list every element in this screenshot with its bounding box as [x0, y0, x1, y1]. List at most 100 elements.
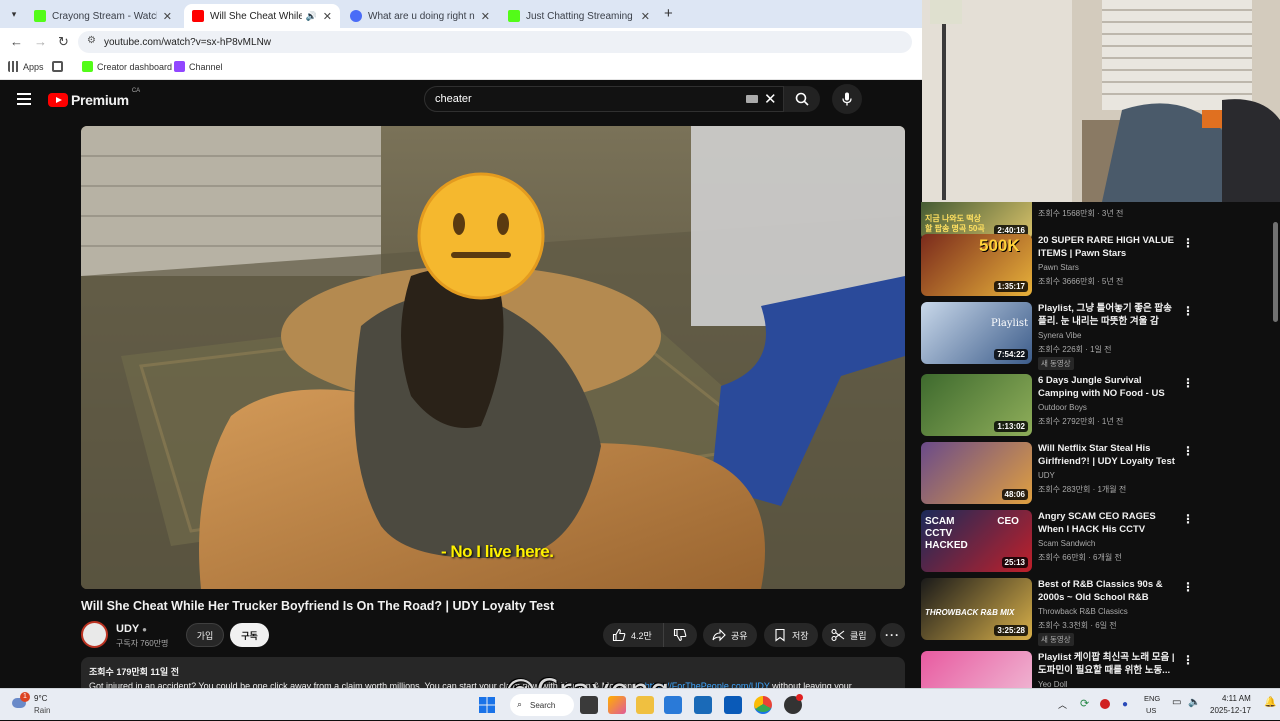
more-actions-button[interactable]: ···	[880, 623, 905, 647]
channel-name[interactable]: Synera Vibe	[1038, 331, 1081, 340]
tab-search-button[interactable]: ▾	[6, 6, 22, 22]
bookmark-creator-dashboard[interactable]: Creator dashboard	[82, 61, 172, 72]
video-duration: 3:25:28	[994, 625, 1028, 636]
youtube-play-icon	[48, 93, 68, 107]
back-arrow-icon[interactable]: ←	[10, 34, 23, 49]
edge-icon[interactable]	[664, 696, 682, 714]
video-thumbnail[interactable]	[921, 651, 1032, 688]
taskbar-search[interactable]: ⌕ Search	[510, 694, 574, 716]
task-view-icon[interactable]	[580, 696, 598, 714]
video-title[interactable]: Angry SCAM CEO RAGES When I HACK His CCT…	[1038, 510, 1175, 536]
like-button[interactable]: 4.2만	[603, 623, 663, 647]
channel-avatar[interactable]	[81, 621, 108, 648]
input-language[interactable]: ENG	[1144, 694, 1160, 703]
more-vertical-icon[interactable]: ⋮	[1182, 376, 1194, 390]
share-button[interactable]: 공유	[703, 623, 757, 647]
tab-close-icon[interactable]: ✕	[481, 10, 490, 23]
tab-close-icon[interactable]: ✕	[323, 10, 332, 23]
sync-icon[interactable]: ⟳	[1080, 697, 1089, 710]
channel-name[interactable]: UDY	[1038, 471, 1055, 480]
video-thumbnail[interactable]: SCAM CEO CCTV HACKED 25:13	[921, 510, 1032, 572]
more-vertical-icon[interactable]: ⋮	[1182, 512, 1194, 526]
more-vertical-icon[interactable]: ⋮	[1182, 580, 1194, 594]
search-input[interactable]: cheater	[424, 86, 784, 112]
video-thumbnail[interactable]: 500K 1:35:17	[921, 234, 1032, 296]
tab-youtube-video[interactable]: Will She Cheat While Her Tr 🔊 ✕	[184, 4, 340, 28]
clock-time[interactable]: 4:11 AM	[1222, 694, 1251, 703]
video-title[interactable]: Playlist, 그냥 틀어놓기 좋은 팝송 플리. 눈 내리는 따뜻한 겨울…	[1038, 302, 1175, 328]
windows-start-icon[interactable]	[478, 696, 496, 714]
dislike-button[interactable]	[663, 623, 697, 647]
video-title[interactable]: 20 SUPER RARE HIGH VALUE ITEMS | Pawn St…	[1038, 234, 1175, 260]
channel-name[interactable]: Yeo Doll	[1038, 680, 1068, 688]
volume-icon[interactable]: 🔈	[1188, 697, 1200, 708]
copilot-icon[interactable]	[608, 696, 626, 714]
menu-icon[interactable]	[17, 93, 31, 108]
forward-arrow-icon[interactable]: →	[34, 34, 47, 49]
store-icon[interactable]	[694, 696, 712, 714]
clip-button[interactable]: 클립	[822, 623, 876, 647]
tab-close-icon[interactable]: ✕	[641, 10, 650, 23]
weather-widget[interactable]: 1 9°C Rain	[8, 689, 68, 721]
outlook-icon[interactable]	[724, 696, 742, 714]
video-thumbnail[interactable]: 48:06	[921, 442, 1032, 504]
notifications-icon[interactable]: 🔔	[1264, 697, 1276, 708]
tray-dot-icon[interactable]: ●	[1122, 699, 1128, 710]
keyboard-icon[interactable]	[746, 95, 758, 103]
video-title[interactable]: Best of R&B Classics 90s & 2000s ~ Old S…	[1038, 578, 1175, 604]
video-player[interactable]: - No I live here.	[81, 126, 905, 589]
scrollbar-thumb[interactable]	[1273, 222, 1278, 322]
tab-just-chatting[interactable]: Just Chatting Streaming - Live ✕	[500, 4, 658, 28]
channel-name[interactable]: Scam Sandwich	[1038, 539, 1095, 548]
tray-red-icon[interactable]	[1100, 699, 1110, 709]
more-vertical-icon[interactable]: ⋮	[1182, 444, 1194, 458]
speaker-icon[interactable]: 🔊	[306, 11, 317, 22]
tab-crayong-stream[interactable]: Crayong Stream - Watch Live o ✕	[26, 4, 180, 28]
chrome-icon[interactable]	[754, 696, 772, 714]
tab-close-icon[interactable]: ✕	[163, 10, 172, 23]
save-button[interactable]: 저장	[764, 623, 818, 647]
video-thumbnail[interactable]: THROWBACK R&B MIX 3:25:28	[921, 578, 1032, 640]
recommendation-item[interactable]: Playlist 7:54:22 Playlist, 그냥 틀어놓기 좋은 팝송…	[920, 302, 1272, 370]
recommendation-item[interactable]: 1:13:02 6 Days Jungle Survival Camping w…	[920, 374, 1272, 438]
video-thumbnail[interactable]: 1:13:02	[921, 374, 1032, 436]
video-thumbnail[interactable]: Playlist 7:54:22	[921, 302, 1032, 364]
bookmark-channel[interactable]: Channel	[174, 61, 223, 72]
voice-search-button[interactable]	[832, 84, 862, 114]
bookmark-grid[interactable]	[52, 61, 67, 72]
input-region[interactable]: US	[1146, 706, 1156, 715]
recommendation-item[interactable]: THROWBACK R&B MIX 3:25:28 Best of R&B Cl…	[920, 578, 1272, 646]
recommendation-item[interactable]: SCAM CEO CCTV HACKED 25:13 Angry SCAM CE…	[920, 510, 1272, 574]
channel-name[interactable]: UDY ●	[116, 623, 147, 635]
url-field[interactable]: ⚙ youtube.com/watch?v=sx-hP8vMLNw	[78, 31, 912, 53]
new-tab-button[interactable]: +	[664, 5, 673, 22]
video-duration: 1:13:02	[994, 421, 1028, 432]
sidebar-scrollbar[interactable]	[1272, 202, 1280, 688]
reload-icon[interactable]: ↻	[58, 34, 69, 50]
join-button[interactable]: 가입	[186, 623, 224, 647]
recommendation-item[interactable]: Playlist 케이팝 최신곡 노래 모음 | 도파민이 필요할 때를 위한 …	[920, 651, 1272, 688]
file-explorer-icon[interactable]	[636, 696, 654, 714]
channel-name[interactable]: Outdoor Boys	[1038, 403, 1087, 412]
video-title[interactable]: Will Netflix Star Steal His Girlfriend?!…	[1038, 442, 1175, 468]
recommendation-item[interactable]: 48:06 Will Netflix Star Steal His Girlfr…	[920, 442, 1272, 506]
clock-date[interactable]: 2025-12-17	[1210, 706, 1251, 715]
more-vertical-icon[interactable]: ⋮	[1182, 653, 1194, 667]
subscribe-button[interactable]: 구독	[230, 623, 269, 647]
channel-name[interactable]: Throwback R&B Classics	[1038, 607, 1128, 616]
video-title[interactable]: 6 Days Jungle Survival Camping with NO F…	[1038, 374, 1175, 400]
more-vertical-icon[interactable]: ⋮	[1182, 304, 1194, 318]
obs-icon[interactable]	[784, 694, 803, 714]
video-title[interactable]: Playlist 케이팝 최신곡 노래 모음 | 도파민이 필요할 때를 위한 …	[1038, 651, 1175, 677]
recommendation-item[interactable]: 500K 1:35:17 20 SUPER RARE HIGH VALUE IT…	[920, 234, 1272, 298]
network-icon[interactable]: ▭	[1172, 697, 1181, 708]
tab-what-are-u-doing[interactable]: What are u doing right now? - ✕	[342, 4, 498, 28]
search-button[interactable]	[784, 86, 820, 112]
channel-name[interactable]: Pawn Stars	[1038, 263, 1079, 272]
clear-search-icon[interactable]: ✕	[764, 90, 777, 108]
youtube-premium-logo[interactable]: Premium CA	[48, 88, 140, 108]
bookmark-apps[interactable]: Apps	[8, 61, 44, 72]
site-info-icon[interactable]: ⚙	[87, 35, 96, 46]
chevron-up-icon[interactable]: ︿	[1058, 698, 1067, 711]
more-vertical-icon[interactable]: ⋮	[1182, 236, 1194, 250]
